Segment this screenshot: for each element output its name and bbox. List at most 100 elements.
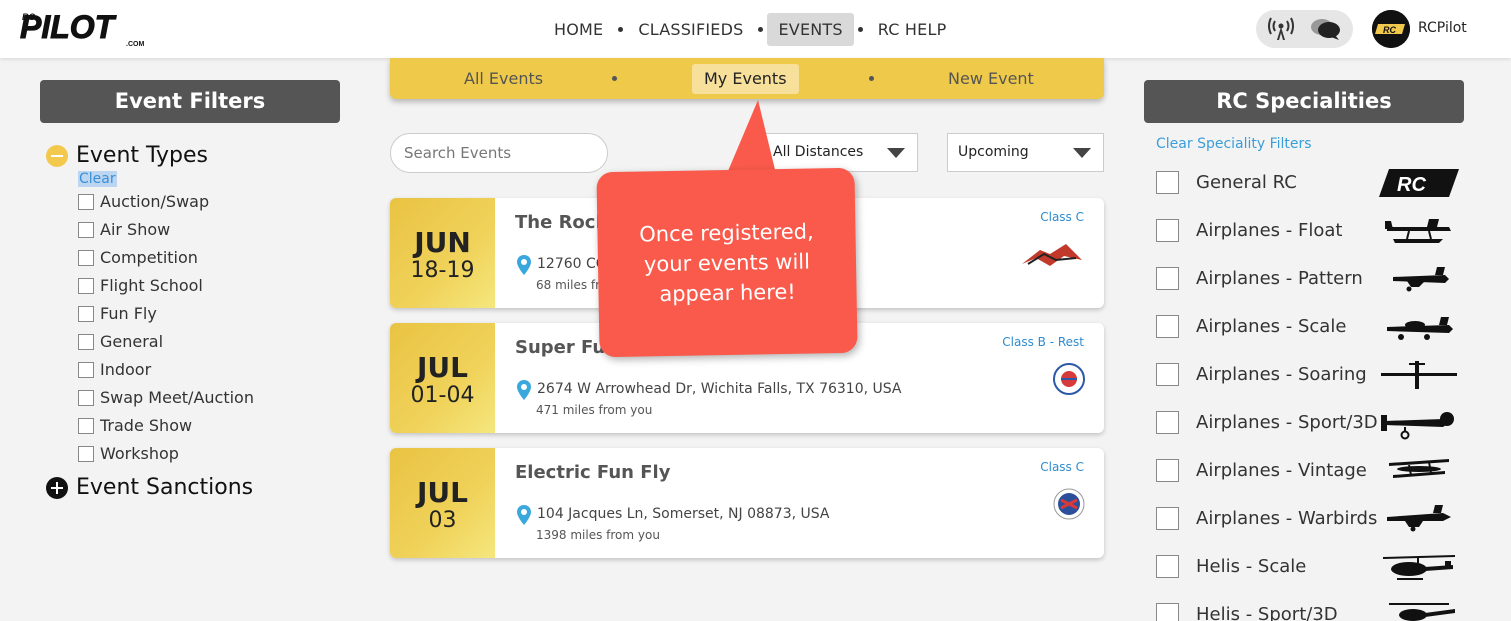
clear-event-types-link[interactable]: Clear <box>78 171 117 187</box>
nav-events[interactable]: EVENTS <box>767 12 854 46</box>
checkbox[interactable] <box>78 221 94 238</box>
filter-competition[interactable]: Competition <box>78 248 198 267</box>
signal-icon[interactable] <box>1268 17 1294 41</box>
filter-flight-school[interactable]: Flight School <box>78 276 203 295</box>
event-types-toggle[interactable]: Event Types <box>46 143 208 168</box>
event-address: 2674 W Arrowhead Dr, Wichita Falls, TX 7… <box>537 381 902 397</box>
event-days: 03 <box>428 508 457 533</box>
clear-speciality-filters-link[interactable]: Clear Speciality Filters <box>1156 136 1312 152</box>
logo-domain-text: .COM <box>126 41 144 48</box>
nav-separator <box>857 26 863 32</box>
nav-classifieds[interactable]: CLASSIFIEDS <box>627 13 754 46</box>
checkbox[interactable] <box>1156 219 1179 242</box>
checkbox[interactable] <box>1156 363 1179 386</box>
logo-main-text: PILOT <box>20 9 117 45</box>
speciality-helis-sport-3d[interactable]: Helis - Sport/3D <box>1156 597 1461 621</box>
speciality-airplanes-warbirds[interactable]: Airplanes - Warbirds <box>1156 501 1461 537</box>
event-distance: 1398 miles from you <box>536 528 660 542</box>
nav-rc-help[interactable]: RC HELP <box>867 13 958 46</box>
checkbox[interactable] <box>1156 459 1179 482</box>
warbird-icon <box>1387 505 1451 532</box>
chevron-down-icon <box>1073 148 1091 158</box>
event-title[interactable]: Electric Fun Fly <box>515 462 670 483</box>
filter-auction-swap[interactable]: Auction/Swap <box>78 192 209 211</box>
subnav-all-events[interactable]: All Events <box>464 64 543 94</box>
checkbox[interactable] <box>78 417 94 434</box>
checkbox[interactable] <box>78 361 94 378</box>
filter-fun-fly[interactable]: Fun Fly <box>78 304 157 323</box>
time-select[interactable]: Upcoming <box>947 133 1104 172</box>
filter-swap-meet-auction[interactable]: Swap Meet/Auction <box>78 388 254 407</box>
speciality-airplanes-sport-3d[interactable]: Airplanes - Sport/3D <box>1156 405 1461 441</box>
float-plane-icon <box>1385 219 1451 243</box>
speciality-airplanes-soaring[interactable]: Airplanes - Soaring <box>1156 357 1461 393</box>
filter-workshop[interactable]: Workshop <box>78 444 179 463</box>
event-card[interactable]: JUL 03 Electric Fun Fly 104 Jacques Ln, … <box>390 448 1104 558</box>
filter-trade-show[interactable]: Trade Show <box>78 416 192 435</box>
event-days: 01-04 <box>410 383 475 408</box>
pattern-plane-icon <box>1393 267 1449 292</box>
filter-indoor[interactable]: Indoor <box>78 360 151 379</box>
club-logo-icon <box>1022 244 1082 266</box>
chat-icon[interactable] <box>1310 17 1342 41</box>
location-pin-icon <box>517 380 531 400</box>
header-icon-group <box>1256 10 1353 48</box>
event-date-box: JUL 01-04 <box>390 323 495 433</box>
subnav-my-events[interactable]: My Events <box>692 64 799 94</box>
rc-specialities-title: RC Specialities <box>1144 80 1464 123</box>
distance-select[interactable]: All Distances <box>762 133 918 172</box>
checkbox[interactable] <box>1156 411 1179 434</box>
biplane-icon <box>1389 459 1449 478</box>
sport-helicopter-icon <box>1389 603 1455 621</box>
filter-general[interactable]: General <box>78 332 163 351</box>
glider-icon <box>1381 361 1457 389</box>
top-navigation-bar: RC PILOT .COM HOME CLASSIFIEDS EVENTS RC… <box>0 0 1511 58</box>
event-days: 18-19 <box>410 258 475 283</box>
nav-separator <box>758 26 764 32</box>
checkbox[interactable] <box>78 445 94 462</box>
club-logo-icon <box>1053 363 1085 395</box>
search-events-input[interactable] <box>390 133 608 173</box>
event-date-box: JUL 03 <box>390 448 495 558</box>
my-events-tooltip: Once registered, your events will appear… <box>596 167 858 358</box>
subnav-new-event[interactable]: New Event <box>948 64 1034 94</box>
expand-icon <box>46 476 68 499</box>
location-pin-icon <box>517 505 531 525</box>
chevron-down-icon <box>887 148 905 158</box>
tooltip-text: Once registered, your events will appear… <box>639 219 814 307</box>
main-nav: HOME CLASSIFIEDS EVENTS RC HELP <box>543 12 957 46</box>
checkbox[interactable] <box>78 193 94 210</box>
user-avatar[interactable]: RC <box>1372 10 1410 48</box>
event-filters-title: Event Filters <box>40 80 340 123</box>
rcpilot-logo[interactable]: RC PILOT .COM <box>18 6 163 49</box>
checkbox[interactable] <box>78 389 94 406</box>
speciality-general-rc[interactable]: General RC RC <box>1156 165 1461 201</box>
checkbox[interactable] <box>78 305 94 322</box>
event-class: Class B - Rest <box>1002 335 1084 349</box>
event-sanctions-label: Event Sanctions <box>76 475 254 500</box>
checkbox[interactable] <box>1156 603 1179 621</box>
location-pin-icon <box>517 255 531 275</box>
checkbox[interactable] <box>1156 315 1179 338</box>
general-rc-icon: RC <box>1379 169 1459 197</box>
speciality-helis-scale[interactable]: Helis - Scale <box>1156 549 1461 585</box>
subnav-separator <box>869 76 874 81</box>
checkbox[interactable] <box>1156 555 1179 578</box>
scale-helicopter-icon <box>1383 555 1455 580</box>
checkbox[interactable] <box>1156 267 1179 290</box>
checkbox[interactable] <box>78 249 94 266</box>
checkbox[interactable] <box>78 277 94 294</box>
event-sanctions-toggle[interactable]: Event Sanctions <box>46 475 253 500</box>
subnav-separator <box>612 76 617 81</box>
nav-home[interactable]: HOME <box>543 13 614 46</box>
speciality-airplanes-vintage[interactable]: Airplanes - Vintage <box>1156 453 1461 489</box>
speciality-airplanes-scale[interactable]: Airplanes - Scale <box>1156 309 1461 345</box>
checkbox[interactable] <box>1156 507 1179 530</box>
user-name[interactable]: RCPilot <box>1418 20 1467 36</box>
speciality-airplanes-float[interactable]: Airplanes - Float <box>1156 213 1461 249</box>
speciality-airplanes-pattern[interactable]: Airplanes - Pattern <box>1156 261 1461 297</box>
checkbox[interactable] <box>1156 171 1179 194</box>
checkbox[interactable] <box>78 333 94 350</box>
filter-air-show[interactable]: Air Show <box>78 220 170 239</box>
sport-plane-icon <box>1381 412 1454 440</box>
